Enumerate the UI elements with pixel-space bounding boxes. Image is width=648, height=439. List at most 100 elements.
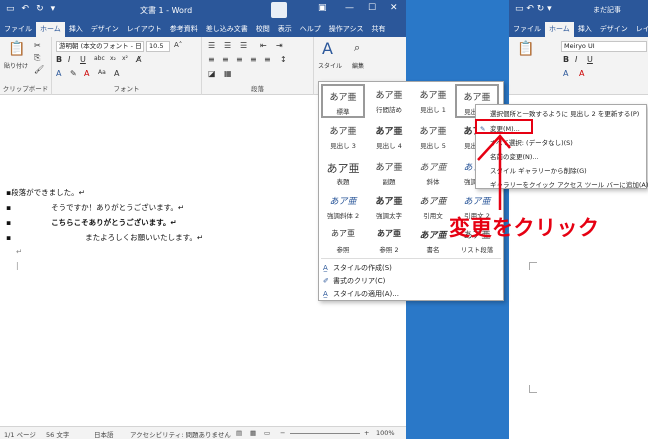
apply-styles-item[interactable]: A̲ スタイルの適用(A)... — [323, 289, 399, 299]
style-strong[interactable]: あア亜 強調太字 — [367, 190, 411, 224]
paste-icon[interactable]: 📋 — [8, 41, 25, 57]
second-text-effects-icon[interactable]: A — [563, 69, 568, 78]
tab-tell-me[interactable]: 操作アシス — [325, 22, 368, 37]
justify-icon[interactable]: ≡ — [250, 55, 257, 64]
shading-icon[interactable]: ◪ — [208, 69, 216, 78]
doc-line-1[interactable]: ▪段落ができました。↵ — [6, 187, 85, 198]
bullets-icon[interactable]: ☰ — [208, 41, 215, 50]
minimize-icon[interactable]: — — [345, 3, 354, 13]
paste-button[interactable]: 貼り付け — [4, 61, 28, 70]
tab-insert[interactable]: 挿入 — [65, 22, 87, 37]
second-bold-button[interactable]: B — [563, 55, 569, 64]
maximize-icon[interactable]: ☐ — [368, 3, 376, 13]
borders-icon[interactable]: ▦ — [224, 69, 232, 78]
web-layout-icon[interactable]: ▭ — [264, 429, 270, 437]
font-name-combo[interactable]: 游明朝 (本文のフォント - 日 — [56, 41, 144, 52]
style-reference[interactable]: あア亜 参照 — [321, 224, 365, 258]
undo-icon[interactable]: ↶ — [22, 4, 30, 14]
grow-font-icon[interactable]: A˄ — [174, 41, 182, 49]
status-page[interactable]: 1/1 ページ — [4, 429, 36, 439]
underline-button[interactable]: U — [80, 55, 86, 64]
tab-mailings[interactable]: 差し込み文書 — [202, 22, 252, 37]
status-language[interactable]: 日本語 — [94, 429, 114, 439]
text-effects-icon[interactable]: A — [56, 69, 61, 78]
styles-button[interactable]: スタイル — [318, 61, 342, 70]
second-save-icon[interactable]: ▭ ↶ ↻ ▾ — [515, 4, 552, 14]
tab-file[interactable]: ファイル — [0, 22, 36, 37]
tab-home[interactable]: ホーム — [36, 22, 65, 37]
zoom-out-icon[interactable]: − — [280, 429, 285, 437]
style-normal[interactable]: あア亜 標準 — [321, 84, 365, 118]
copy-icon[interactable]: ⎘ — [34, 53, 40, 63]
add-gallery-to-qat-item[interactable]: ギャラリーをクイック アクセス ツール バーに追加(A) — [490, 179, 648, 189]
cut-icon[interactable]: ✂ — [34, 41, 41, 50]
style-heading-5[interactable]: あア亜 見出し 5 — [411, 120, 455, 154]
numbering-icon[interactable]: ☰ — [224, 41, 231, 50]
tab-references[interactable]: 参考資料 — [166, 22, 202, 37]
editing-button[interactable]: 編集 — [352, 61, 364, 70]
subscript-button[interactable]: x₂ — [110, 55, 116, 62]
search-icon[interactable]: ⌕ — [354, 41, 360, 55]
second-tab-layout[interactable]: レイアウ — [632, 22, 648, 37]
tab-review[interactable]: 校閲 — [252, 22, 274, 37]
second-tab-design[interactable]: デザイン — [596, 22, 632, 37]
doc-line-3[interactable]: ▪ こちらこそありがとうございます。↵ — [6, 217, 177, 228]
font-color-icon[interactable]: A — [84, 69, 89, 78]
second-tab-insert[interactable]: 挿入 — [574, 22, 596, 37]
ribbon-display-icon[interactable]: ▣ — [318, 3, 327, 13]
tab-design[interactable]: デザイン — [87, 22, 123, 37]
status-words[interactable]: 56 文字 — [46, 429, 69, 439]
clear-format-icon[interactable]: A̸ — [136, 55, 141, 64]
style-title[interactable]: あア亜 表題 — [321, 156, 365, 190]
second-tab-home[interactable]: ホーム — [545, 22, 574, 37]
align-center-icon[interactable]: ≡ — [222, 55, 229, 64]
style-reference-2[interactable]: あア亜 参照 2 — [367, 224, 411, 258]
align-left-icon[interactable]: ≡ — [208, 55, 215, 64]
doc-line-2[interactable]: ▪ そうですか！ありがとうございます。↵ — [6, 202, 184, 213]
tab-view[interactable]: 表示 — [274, 22, 296, 37]
tab-share[interactable]: 共有 — [368, 22, 390, 37]
line-spacing-icon[interactable]: ↕ — [280, 55, 287, 64]
style-heading-4[interactable]: あア亜 見出し 4 — [367, 120, 411, 154]
style-subtitle[interactable]: あア亜 副題 — [367, 156, 411, 190]
read-mode-icon[interactable]: ▤ — [236, 429, 242, 437]
print-layout-icon[interactable]: ▦ — [250, 429, 256, 437]
style-heading-3[interactable]: あア亜 見出し 3 — [321, 120, 365, 154]
tab-layout[interactable]: レイアウト — [123, 22, 166, 37]
highlight-icon[interactable]: ✎ — [70, 69, 77, 78]
font-size-combo[interactable]: 10.5 — [146, 41, 170, 52]
superscript-button[interactable]: x² — [122, 55, 128, 62]
clear-formatting-item[interactable]: ✐ 書式のクリア(C) — [323, 276, 385, 286]
distribute-icon[interactable]: ≡ — [264, 55, 271, 64]
redo-icon[interactable]: ↻ — [36, 4, 44, 14]
tab-help[interactable]: ヘルプ — [296, 22, 325, 37]
style-heading-1[interactable]: あア亜 見出し 1 — [411, 84, 455, 118]
zoom-level[interactable]: 100% — [376, 429, 395, 437]
italic-button[interactable]: I — [68, 55, 70, 64]
decrease-indent-icon[interactable]: ⇤ — [260, 41, 267, 50]
avatar[interactable] — [271, 2, 287, 18]
second-paste-icon[interactable]: 📋 — [517, 41, 534, 57]
multilevel-icon[interactable]: ☰ — [240, 41, 247, 50]
doc-line-5[interactable]: ↵ — [16, 247, 22, 256]
change-case-icon[interactable]: Aa — [98, 69, 106, 76]
update-to-match-item[interactable]: 選択個所と一致するように 見出し 2 を更新する(P) — [490, 108, 639, 118]
char-shading-icon[interactable]: A — [114, 69, 119, 78]
second-font-combo[interactable]: Meiryo UI — [561, 41, 647, 52]
status-accessibility[interactable]: アクセシビリティ: 問題ありません — [130, 429, 231, 439]
zoom-in-icon[interactable]: + — [364, 429, 369, 437]
style-intense-emphasis-2[interactable]: あア亜 強調斜体 2 — [321, 190, 365, 224]
strikethrough-button[interactable]: abc — [94, 55, 105, 62]
create-style-item[interactable]: A̲ スタイルの作成(S) — [323, 263, 392, 273]
zoom-slider[interactable] — [290, 433, 360, 434]
save-icon[interactable]: ▭ — [6, 4, 15, 14]
second-font-color-icon[interactable]: A — [579, 69, 584, 78]
increase-indent-icon[interactable]: ⇥ — [276, 41, 283, 50]
bold-button[interactable]: B — [56, 55, 62, 64]
close-icon[interactable]: ✕ — [390, 3, 398, 13]
doc-line-4[interactable]: ▪ またよろしくお願いいたします。↵ — [6, 232, 203, 243]
second-tab-file[interactable]: ファイル — [509, 22, 545, 37]
format-painter-icon[interactable]: 🖌 — [34, 65, 44, 74]
styles-icon[interactable]: A — [322, 39, 333, 58]
customize-qat-icon[interactable]: ▾ — [51, 4, 56, 14]
